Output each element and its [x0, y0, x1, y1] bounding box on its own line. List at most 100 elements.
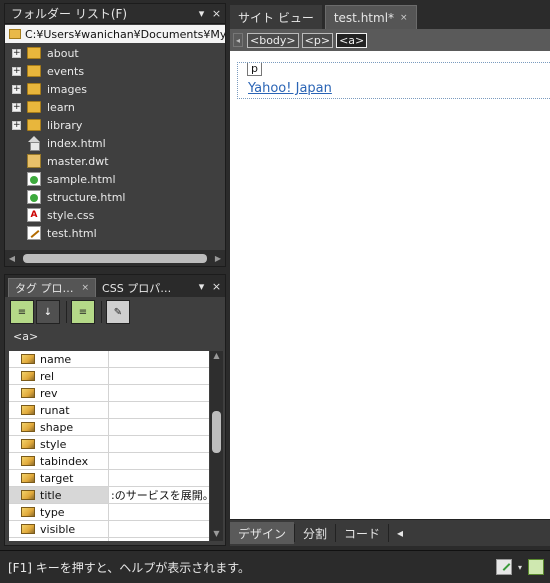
tab-site-view[interactable]: サイト ビュー [230, 5, 322, 29]
property-name: runat [40, 403, 70, 417]
property-row[interactable]: xml:lang [9, 538, 209, 541]
property-value-cell[interactable] [109, 504, 209, 520]
pin-icon[interactable]: ▾ [195, 280, 208, 293]
scroll-thumb[interactable] [23, 253, 207, 263]
folder-tree-item[interactable]: sample.html [5, 170, 225, 188]
sort-alphabetical-icon[interactable]: ↓ [36, 300, 60, 324]
folder-tree-item[interactable]: + library [5, 116, 225, 134]
close-icon[interactable]: × [400, 13, 408, 23]
attribute-icon [21, 371, 35, 381]
scroll-down-icon[interactable]: ▼ [210, 529, 223, 541]
property-row[interactable]: runat [9, 402, 209, 419]
folder-tree-item[interactable]: index.html [5, 134, 225, 152]
folder-tree-item[interactable]: + images [5, 80, 225, 98]
property-value-cell[interactable] [109, 453, 209, 469]
property-value-cell[interactable]: :のサービスを展開。 [109, 487, 209, 503]
compatibility-check-icon[interactable] [495, 559, 512, 575]
paragraph-block[interactable]: p Yahoo! Japan [237, 62, 550, 99]
property-name-cell[interactable]: name [9, 351, 109, 367]
property-value-cell[interactable] [109, 385, 209, 401]
scroll-thumb[interactable] [212, 411, 221, 453]
view-scroll-left-icon[interactable]: ◂ [389, 522, 411, 544]
property-name-cell[interactable]: xml:lang [9, 538, 109, 541]
quick-tag-p[interactable]: <p> [301, 32, 334, 48]
property-row[interactable]: style [9, 436, 209, 453]
quick-tag-body[interactable]: <body> [247, 32, 299, 48]
expand-icon[interactable]: + [12, 48, 21, 58]
folder-tree-item[interactable]: Astyle.css [5, 206, 225, 224]
tab-css-properties[interactable]: CSS プロパ… [96, 278, 177, 297]
scroll-left-icon[interactable]: ◀ [5, 254, 19, 263]
folder-list-header: フォルダー リスト(F) ▾ × [5, 4, 225, 24]
scroll-right-icon[interactable]: ▶ [211, 254, 225, 263]
design-canvas[interactable]: p Yahoo! Japan [230, 51, 550, 519]
attribute-icon [21, 456, 35, 466]
expand-icon[interactable]: + [12, 102, 21, 112]
property-value-cell[interactable] [109, 402, 209, 418]
property-name-cell[interactable]: target [9, 470, 109, 486]
toolbar-divider [66, 301, 67, 323]
chevron-down-icon[interactable]: ▾ [518, 563, 522, 572]
close-icon[interactable]: × [210, 280, 223, 293]
property-name-cell[interactable]: title [9, 487, 109, 503]
property-name: target [40, 471, 74, 485]
folder-tree-item[interactable]: test.html [5, 224, 225, 242]
property-value-cell[interactable] [109, 538, 209, 541]
quick-tag-left-icon[interactable]: ◂ [233, 33, 243, 47]
folder-tree-item[interactable]: structure.html [5, 188, 225, 206]
property-row[interactable]: type [9, 504, 209, 521]
tab-tag-properties[interactable]: タグ プロ… × [8, 278, 97, 297]
tab-test-html[interactable]: test.html* × [324, 5, 417, 29]
property-name-cell[interactable]: tabindex [9, 453, 109, 469]
expand-icon[interactable]: + [12, 84, 21, 94]
folder-tree-item[interactable]: + events [5, 62, 225, 80]
folder-tree-item[interactable]: + learn [5, 98, 225, 116]
folder-root-path[interactable]: C:¥Users¥wanichan¥Documents¥My W [5, 25, 225, 43]
property-row[interactable]: visible [9, 521, 209, 538]
yahoo-japan-link[interactable]: Yahoo! Japan [248, 81, 332, 96]
expand-icon[interactable]: + [12, 66, 21, 76]
property-row[interactable]: rev [9, 385, 209, 402]
property-value-cell[interactable] [109, 521, 209, 537]
folder-icon [9, 29, 21, 39]
property-name-cell[interactable]: rel [9, 368, 109, 384]
code-view-status-icon[interactable] [528, 559, 544, 575]
folder-tree-item[interactable]: + about [5, 44, 225, 62]
property-name-cell[interactable]: type [9, 504, 109, 520]
show-set-properties-icon[interactable]: ≡ [71, 300, 95, 324]
property-name-cell[interactable]: rev [9, 385, 109, 401]
property-name-cell[interactable]: shape [9, 419, 109, 435]
property-value-cell[interactable] [109, 436, 209, 452]
property-name-cell[interactable]: style [9, 436, 109, 452]
property-row[interactable]: target [9, 470, 209, 487]
property-row[interactable]: title:のサービスを展開。 [9, 487, 209, 504]
property-row[interactable]: shape [9, 419, 209, 436]
split-view-button[interactable]: 分割 [295, 522, 335, 544]
tag-properties-icon[interactable]: ✎ [106, 300, 130, 324]
property-value-cell[interactable] [109, 368, 209, 384]
property-row[interactable]: tabindex [9, 453, 209, 470]
expand-icon[interactable]: + [12, 120, 21, 130]
folder-horizontal-scrollbar[interactable]: ◀ ▶ [5, 250, 225, 266]
property-name-cell[interactable]: runat [9, 402, 109, 418]
property-value-cell[interactable] [109, 351, 209, 367]
close-icon[interactable]: × [82, 283, 90, 293]
home-page-icon [27, 136, 41, 151]
folder-tree-item-label: images [47, 82, 87, 96]
property-row[interactable]: name [9, 351, 209, 368]
property-value-cell[interactable] [109, 470, 209, 486]
property-vertical-scrollbar[interactable]: ▲ ▼ [210, 351, 223, 541]
property-name-cell[interactable]: visible [9, 521, 109, 537]
folder-icon [27, 119, 41, 131]
folder-tree-item[interactable]: master.dwt [5, 152, 225, 170]
pin-icon[interactable]: ▾ [195, 7, 208, 20]
design-view-button[interactable]: デザイン [230, 522, 295, 544]
property-row[interactable]: rel [9, 368, 209, 385]
quick-tag-a[interactable]: <a> [336, 32, 368, 48]
close-icon[interactable]: × [210, 7, 223, 20]
code-view-button[interactable]: コード [336, 522, 388, 544]
status-text: [F1] キーを押すと、ヘルプが表示されます。 [8, 560, 251, 575]
categorized-view-icon[interactable]: ≡ [10, 300, 34, 324]
property-value-cell[interactable] [109, 419, 209, 435]
scroll-up-icon[interactable]: ▲ [210, 351, 223, 363]
